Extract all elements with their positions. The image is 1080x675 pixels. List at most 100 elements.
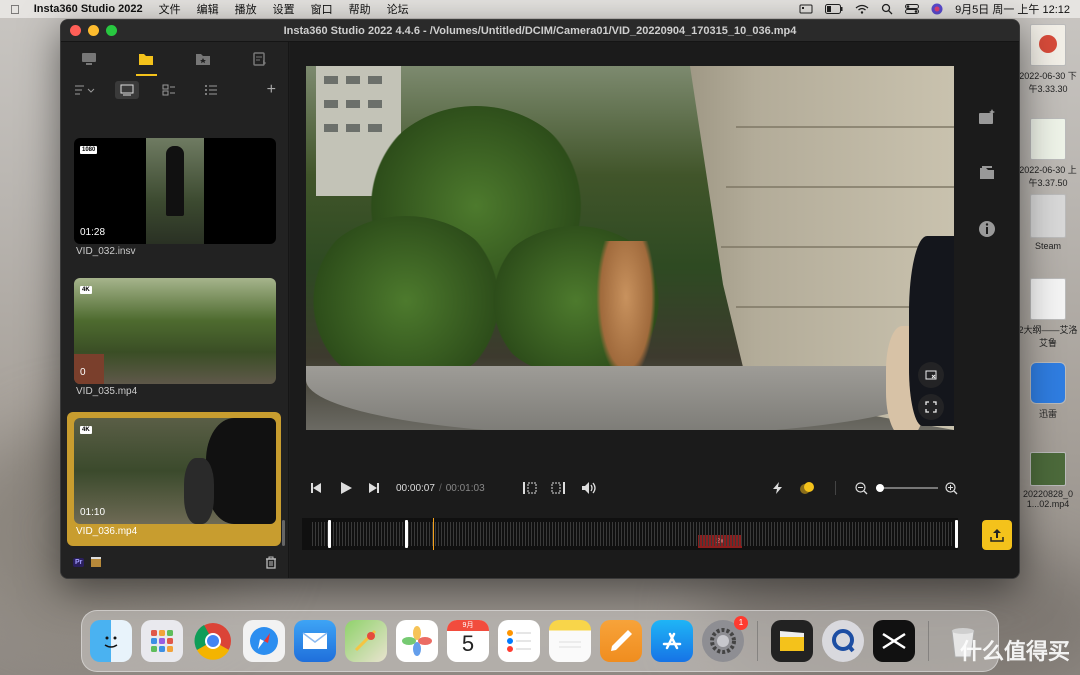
notes-app[interactable] <box>549 620 591 662</box>
timeline-tick <box>804 522 805 546</box>
menubar-clock[interactable]: 9月5日 周一 上午 12:12 <box>955 1 1070 17</box>
color-filter-button[interactable] <box>797 481 817 495</box>
tab-export-list[interactable] <box>231 42 288 76</box>
timeline-tick <box>843 522 844 546</box>
reminders-app[interactable] <box>498 620 540 662</box>
calendar-app[interactable]: 9月 5 <box>447 620 489 662</box>
speed-button[interactable] <box>769 481 787 495</box>
clip-card[interactable]: 1080 01:28 VID_032.insv <box>67 132 281 266</box>
system-preferences-app[interactable]: 1 <box>702 616 748 662</box>
app-store-app[interactable] <box>651 620 693 662</box>
capcut-app[interactable] <box>873 620 915 662</box>
siri-icon[interactable] <box>931 3 943 15</box>
lightning-icon <box>772 482 782 494</box>
menu-help[interactable]: 帮助 <box>349 1 371 17</box>
timeline-tick <box>531 522 532 546</box>
quicktime-app[interactable] <box>822 620 864 662</box>
menu-edit[interactable]: 编辑 <box>197 1 219 17</box>
launchpad-app[interactable] <box>141 620 183 662</box>
view-large-button[interactable] <box>115 81 139 99</box>
desktop-xunlei[interactable]: 迅雷 <box>1016 362 1080 420</box>
timeline-track[interactable]: 2x <box>302 518 958 550</box>
desktop-doc[interactable]: 2大纲——艾洛艾鲁 <box>1016 278 1080 349</box>
playhead[interactable] <box>433 518 434 550</box>
export-button[interactable] <box>982 520 1012 550</box>
view-grid-button[interactable] <box>157 81 181 99</box>
control-center-icon[interactable] <box>905 4 920 14</box>
desktop-file-2[interactable]: 2022-06-30 上午3.37.50 <box>1016 118 1080 189</box>
trim-end-button[interactable] <box>549 481 567 495</box>
desktop-steam[interactable]: Steam <box>1016 194 1080 251</box>
tab-device[interactable] <box>61 42 118 76</box>
color-filter-icon <box>799 482 814 494</box>
info-icon[interactable] <box>978 220 996 238</box>
trim-end-handle[interactable] <box>955 520 958 548</box>
ai-edit-icon[interactable] <box>978 108 996 126</box>
play-button[interactable] <box>332 481 360 495</box>
trim-start-button[interactable] <box>521 481 539 495</box>
trim-start-handle[interactable] <box>328 520 331 548</box>
app-menu[interactable]: Insta360 Studio 2022 <box>34 3 143 15</box>
mail-app[interactable] <box>294 620 336 662</box>
title-bar[interactable]: Insta360 Studio 2022 4.4.6 - /Volumes/Un… <box>61 20 1019 42</box>
add-media-button[interactable]: + <box>267 81 276 99</box>
maps-app[interactable] <box>345 620 387 662</box>
chrome-app[interactable] <box>192 620 234 662</box>
menu-settings[interactable]: 设置 <box>273 1 295 17</box>
menu-window[interactable]: 窗口 <box>311 1 333 17</box>
skip-back-button[interactable] <box>306 482 326 494</box>
xunlei-icon <box>1030 362 1066 404</box>
tab-library[interactable] <box>118 42 175 76</box>
editor-main: 00:00:07 / 00:01:03 <box>290 42 1019 578</box>
wifi-icon[interactable] <box>855 4 869 14</box>
menubar:  Insta360 Studio 2022 文件 编辑 播放 设置 窗口 帮助… <box>0 0 1080 18</box>
finder-app[interactable] <box>90 620 132 662</box>
safari-app[interactable] <box>243 620 285 662</box>
finalcut-plugin-icon[interactable] <box>90 556 102 568</box>
maximize-window-button[interactable] <box>106 25 117 36</box>
menu-playback[interactable]: 播放 <box>235 1 257 17</box>
tab-favorites[interactable] <box>175 42 232 76</box>
screen-icon <box>82 53 97 65</box>
skip-forward-button[interactable] <box>364 482 384 494</box>
sidebar-scrollbar[interactable] <box>282 520 285 546</box>
premiere-plugin-button[interactable]: Pr <box>73 557 85 567</box>
search-icon[interactable] <box>881 3 893 15</box>
timeline-tick <box>636 522 637 546</box>
zoom-slider-knob[interactable] <box>875 484 884 492</box>
pages-app[interactable] <box>600 620 642 662</box>
zoom-in-button[interactable] <box>944 481 960 495</box>
fullscreen-button[interactable] <box>918 394 944 420</box>
volume-button[interactable] <box>579 481 599 495</box>
total-time: 00:01:03 <box>445 482 485 494</box>
menu-file[interactable]: 文件 <box>159 1 181 17</box>
timeline-tick <box>594 522 595 546</box>
apple-menu-icon[interactable]:  <box>10 2 20 17</box>
trash-icon[interactable] <box>265 556 277 569</box>
desktop-file-1[interactable]: 2022-06-30 下午3.33.30 <box>1016 24 1080 95</box>
timeline-tick <box>726 522 727 546</box>
segment-handle[interactable] <box>405 520 408 548</box>
view-list-button[interactable] <box>199 81 223 99</box>
zoom-out-button[interactable] <box>854 481 870 495</box>
close-window-button[interactable] <box>70 25 81 36</box>
trim-end-icon <box>551 482 565 494</box>
menu-forum[interactable]: 论坛 <box>387 1 409 17</box>
video-preview[interactable] <box>306 66 954 430</box>
reframe-button[interactable] <box>918 362 944 388</box>
layers-icon[interactable] <box>978 164 996 182</box>
clip-card-selected[interactable]: 4K 01:10 VID_036.mp4 <box>67 412 281 546</box>
safari-icon <box>250 627 278 655</box>
clip-card[interactable]: 4K 0 VID_035.mp4 <box>67 272 281 406</box>
sort-button[interactable] <box>73 81 97 99</box>
final-cut-app[interactable] <box>771 620 813 662</box>
keyboard-icon[interactable] <box>799 4 813 14</box>
timeline-tick <box>513 522 514 546</box>
desktop-file-label: Steam <box>1034 241 1061 251</box>
timeline-tick <box>765 522 766 546</box>
battery-icon[interactable] <box>825 4 843 14</box>
minimize-window-button[interactable] <box>88 25 99 36</box>
zoom-slider[interactable] <box>875 484 938 492</box>
desktop-video[interactable]: 20220828_0 1...02.mp4 <box>1016 452 1080 509</box>
photos-app[interactable] <box>396 620 438 662</box>
